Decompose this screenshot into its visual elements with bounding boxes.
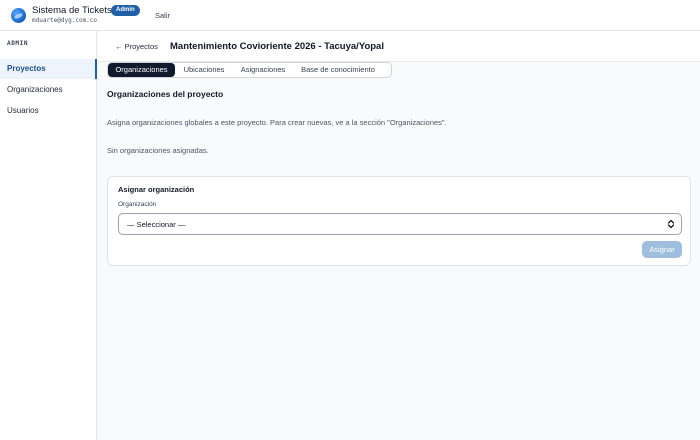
card-title: Asignar organización: [118, 185, 195, 194]
section-title: Organizaciones del proyecto: [107, 89, 224, 99]
user-email: mduarte@dyg.com.co: [32, 17, 98, 24]
app-title: Sistema de Tickets: [32, 5, 112, 16]
logout-link[interactable]: Salir: [155, 11, 170, 20]
organization-select[interactable]: — Seleccionar —: [118, 213, 682, 235]
tab-organizaciones[interactable]: Organizaciones: [108, 63, 175, 77]
back-to-projects-link[interactable]: ← Proyectos: [115, 42, 158, 51]
sidebar-item-organizaciones[interactable]: Organizaciones: [0, 80, 97, 100]
app-logo-icon: [11, 8, 26, 23]
sidebar-item-proyectos[interactable]: Proyectos: [0, 59, 97, 79]
sidebar: ADMIN Proyectos Organizaciones Usuarios: [0, 31, 97, 440]
tab-ubicaciones[interactable]: Ubicaciones: [178, 63, 230, 77]
tab-asignaciones[interactable]: Asignaciones: [234, 63, 292, 77]
tab-bar: Organizaciones Ubicaciones Asignaciones …: [107, 62, 392, 78]
empty-state-text: Sin organizaciones asignadas.: [107, 146, 209, 155]
role-badge: Admin: [111, 5, 140, 16]
page-title: Mantenimiento Covioriente 2026 - Tacuya/…: [170, 41, 384, 52]
sidebar-section-label: ADMIN: [7, 40, 29, 47]
tab-base-conocimiento[interactable]: Base de conocimiento: [296, 63, 380, 77]
help-text: Asigna organizaciones globales a este pr…: [107, 118, 447, 127]
select-value: — Seleccionar —: [127, 220, 186, 229]
organization-field-label: Organización: [118, 201, 157, 208]
assign-organization-card: Asignar organización Organización — Sele…: [107, 176, 691, 266]
chevron-updown-icon: [667, 219, 675, 229]
sidebar-item-usuarios[interactable]: Usuarios: [0, 101, 97, 121]
top-bar: Sistema de Tickets Admin mduarte@dyg.com…: [0, 0, 700, 31]
page-header: ← Proyectos Mantenimiento Covioriente 20…: [98, 31, 700, 62]
assign-button[interactable]: Asignar: [642, 241, 682, 258]
